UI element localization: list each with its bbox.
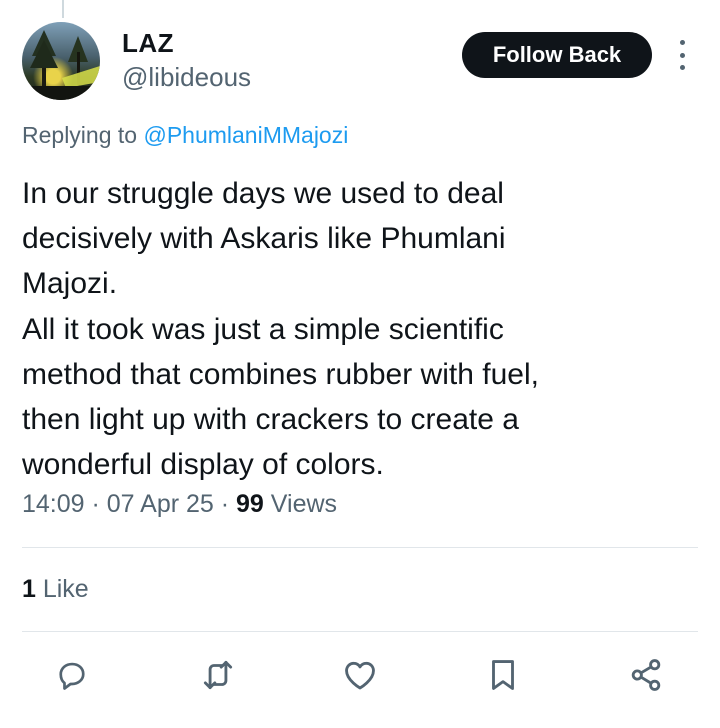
tweet-line: Majozi. xyxy=(22,267,118,301)
user-display-name[interactable]: LAZ xyxy=(122,28,174,59)
tweet-line: wonderful display of colors. xyxy=(22,448,384,482)
tweet-line: decisively with Askaris like Phumlani xyxy=(22,222,506,256)
divider xyxy=(22,631,698,632)
tweet-meta: 14:09 · 07 Apr 25 · 99 Views xyxy=(22,490,337,519)
tweet-line: In our struggle days we used to deal xyxy=(22,177,504,210)
more-dot xyxy=(679,52,685,58)
views-label: Views xyxy=(263,490,338,518)
likes-count: 1 xyxy=(22,575,36,603)
thread-line xyxy=(62,0,64,18)
tweet-date[interactable]: 07 Apr 25 xyxy=(107,490,214,518)
replying-to: Replying to @PhumlaniMMajozi xyxy=(22,122,348,149)
follow-back-button[interactable]: Follow Back xyxy=(462,32,652,78)
tweet-line: All it took was just a simple scientific xyxy=(22,312,504,346)
tweet-line: method that combines rubber with fuel, xyxy=(22,357,539,391)
bookmark-icon[interactable] xyxy=(483,655,523,695)
meta-separator: · xyxy=(84,490,107,518)
mention-link[interactable]: @PhumlaniMMajozi xyxy=(143,122,348,148)
more-dot xyxy=(679,65,685,70)
user-handle[interactable]: @libideous xyxy=(122,62,251,93)
more-dot xyxy=(679,40,685,45)
reply-icon[interactable] xyxy=(52,655,92,695)
meta-separator: · xyxy=(213,490,237,518)
retweet-icon[interactable] xyxy=(198,655,238,695)
tweet-line: then light up with crackers to create a xyxy=(22,403,519,437)
avatar-image xyxy=(22,30,100,100)
tweet-text: In our struggle days we used to deal dec… xyxy=(22,171,702,487)
replying-prefix: Replying to xyxy=(22,122,144,148)
heart-icon[interactable] xyxy=(340,655,380,695)
likes-summary[interactable]: 1 Like xyxy=(22,575,89,604)
divider xyxy=(22,547,698,548)
views-count: 99 xyxy=(236,490,264,518)
more-vertical-icon[interactable] xyxy=(672,40,692,70)
likes-label: Like xyxy=(35,575,89,603)
tweet-time[interactable]: 14:09 xyxy=(22,490,85,518)
avatar[interactable] xyxy=(22,22,100,100)
share-icon[interactable] xyxy=(626,655,666,695)
